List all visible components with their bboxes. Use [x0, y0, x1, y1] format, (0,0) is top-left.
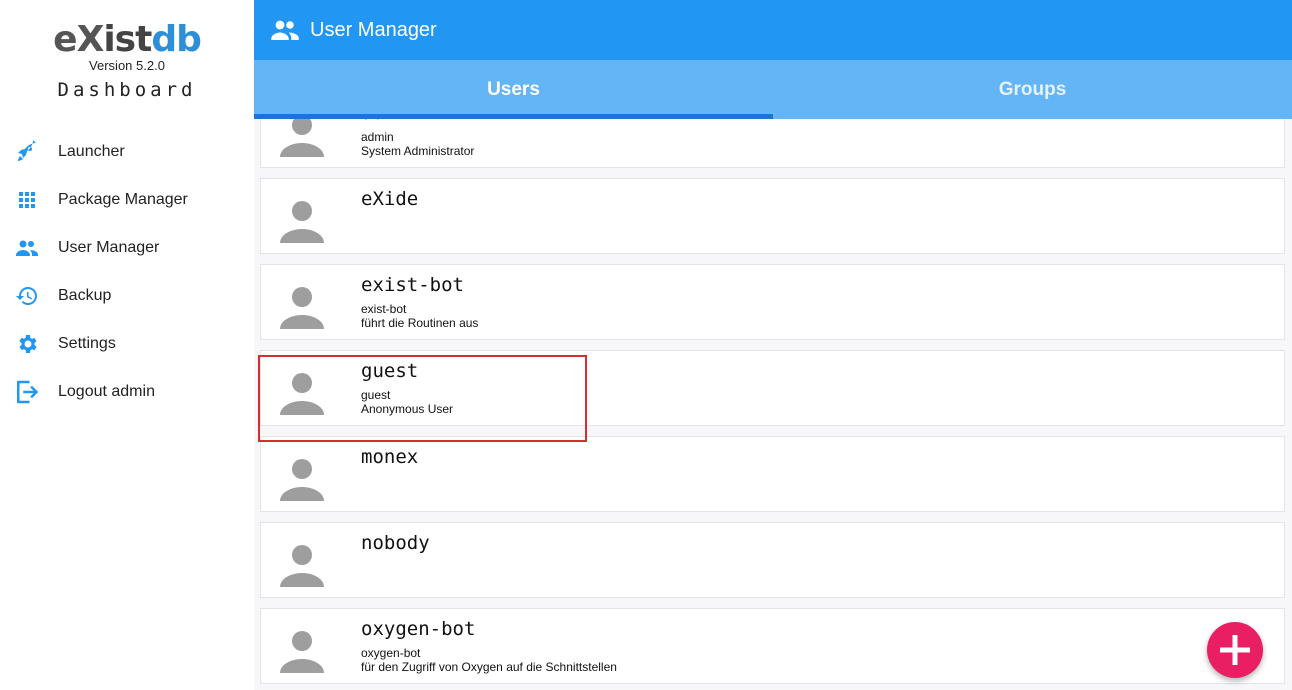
people-icon — [0, 236, 58, 260]
nav-label: Backup — [58, 287, 112, 304]
logo-letters-ist: ist — [103, 19, 152, 60]
existdb-logo: eXistdb Version 5.2.0 Dashboard — [0, 20, 254, 102]
user-fullname: oxygen-bot — [361, 646, 421, 660]
user-card-exist-bot[interactable]: exist-bot exist-bot führt die Routinen a… — [260, 264, 1285, 340]
nav-item-package-manager[interactable]: Package Manager — [0, 176, 254, 224]
user-cards: admin admin System Administrator eXide e… — [260, 119, 1285, 690]
user-card-oxygen-bot[interactable]: oxygen-bot oxygen-bot für den Zugriff vo… — [260, 608, 1285, 684]
nav-label: User Manager — [58, 239, 160, 256]
logo-letter-e: e — [53, 19, 77, 60]
add-user-button[interactable] — [1207, 622, 1263, 678]
user-card-monex[interactable]: monex — [260, 436, 1285, 512]
user-avatar-icon — [279, 199, 325, 245]
nav-label: Logout admin — [58, 383, 155, 400]
user-name: exist-bot — [361, 274, 464, 296]
sidebar: eXistdb Version 5.2.0 Dashboard Launcher… — [0, 0, 254, 690]
plus-icon — [1220, 635, 1250, 665]
version-label: Version 5.2.0 — [89, 58, 165, 73]
nav-item-user-manager[interactable]: User Manager — [0, 224, 254, 272]
nav-label: Settings — [58, 335, 116, 352]
user-description: für den Zugriff von Oxygen auf die Schni… — [361, 660, 617, 674]
user-avatar-icon — [279, 629, 325, 675]
tab-bar: Users Groups — [254, 60, 1292, 119]
user-fullname: exist-bot — [361, 302, 407, 316]
user-description: Anonymous User — [361, 402, 454, 416]
rocket-icon — [0, 140, 58, 164]
sidebar-nav: Launcher Package Manager User Manager Ba… — [0, 128, 254, 416]
history-icon — [0, 284, 58, 308]
tab-users[interactable]: Users — [254, 60, 773, 119]
user-name: admin — [361, 119, 418, 124]
nav-item-logout[interactable]: Logout admin — [0, 368, 254, 416]
user-avatar-icon — [279, 457, 325, 503]
user-name: nobody — [361, 532, 430, 554]
logout-icon — [0, 377, 58, 407]
logo-mark: eXistdb — [0, 20, 254, 60]
logo-letters-db: db — [151, 19, 202, 60]
user-name: guest — [361, 360, 419, 382]
page-title: User Manager — [310, 18, 437, 41]
user-avatar-icon — [279, 371, 325, 417]
user-avatar-icon — [279, 543, 325, 589]
dashboard-title: Dashboard — [57, 79, 197, 101]
gear-icon — [0, 332, 58, 356]
user-card-admin[interactable]: admin admin System Administrator — [260, 119, 1285, 168]
logo-letter-x: X — [76, 19, 105, 60]
nav-label: Launcher — [58, 143, 125, 160]
user-card-exide[interactable]: eXide — [260, 178, 1285, 254]
apps-grid-icon — [0, 188, 58, 212]
user-fullname: admin — [361, 130, 394, 144]
user-avatar-icon — [279, 119, 325, 159]
user-card-guest[interactable]: guest guest Anonymous User — [260, 350, 1285, 426]
user-name: oxygen-bot — [361, 618, 476, 640]
user-avatar-icon — [279, 285, 325, 331]
user-fullname: guest — [361, 388, 391, 402]
user-name: eXide — [361, 188, 419, 210]
nav-label: Package Manager — [58, 191, 188, 208]
nav-item-backup[interactable]: Backup — [0, 272, 254, 320]
nav-item-settings[interactable]: Settings — [0, 320, 254, 368]
user-card-nobody[interactable]: nobody — [260, 522, 1285, 598]
people-icon — [271, 20, 299, 40]
user-list[interactable]: admin admin System Administrator eXide e… — [254, 119, 1292, 690]
app-header: User Manager — [254, 0, 1292, 60]
user-name: monex — [361, 446, 419, 468]
user-description: führt die Routinen aus — [361, 316, 479, 330]
user-description: System Administrator — [361, 144, 475, 158]
nav-item-launcher[interactable]: Launcher — [0, 128, 254, 176]
tab-groups[interactable]: Groups — [773, 60, 1292, 119]
